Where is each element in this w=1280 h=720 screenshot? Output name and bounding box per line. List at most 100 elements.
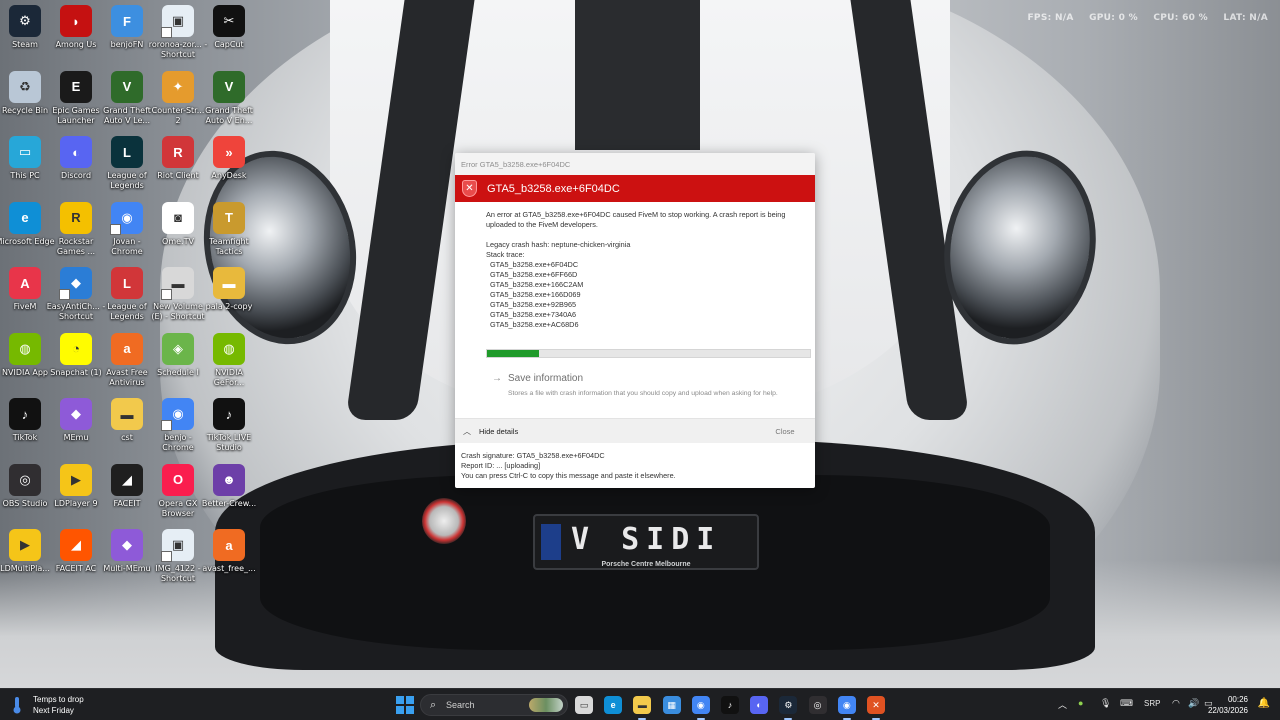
task-view-icon[interactable]: ▭ [575,696,593,714]
fivem-error-icon[interactable]: ✕ [867,696,885,714]
thermometer-icon [13,697,21,714]
desktop-icon[interactable]: ☻ Better-Crew... [199,463,259,509]
search-highlight-image [529,698,563,712]
folder-icon: ▬ [111,398,143,430]
error-shield-icon: ✕ [462,180,477,197]
dialog-body: An error at GTA5_b3258.exe+6F04DC caused… [455,202,815,330]
dialog-titlebar[interactable]: Error GTA5_b3258.exe+6F04DC [455,153,815,175]
nvidia-tray-icon[interactable]: ● [1078,698,1083,708]
search-placeholder: Search [446,700,475,710]
start-button[interactable] [396,696,414,714]
avast-icon: a [111,332,143,365]
tiktok-icon[interactable]: ♪ [721,696,739,714]
memu-icon: ◆ [60,398,92,430]
chevron-up-icon[interactable]: ︿ [1058,698,1067,711]
steam-icon[interactable]: ⚙ [779,696,798,714]
arrow-right-icon: → [492,373,502,384]
avast-icon: a [213,529,245,561]
chrome-profile-icon[interactable]: ◉ [837,696,856,714]
volume-icon[interactable]: 🔊 [1188,698,1199,709]
edge-icon: e [9,201,41,234]
tiktok-icon: ♪ [9,398,41,430]
license-plate: V SIDI Porsche Centre Melbourne [533,514,759,570]
riot-client-icon: R [162,136,194,168]
stack-frame: GTA5_b3258.exe+6FF66D [490,270,578,279]
desktop-icon[interactable]: » AnyDesk [199,136,259,181]
stack-trace-label: Stack trace: [486,250,525,259]
chevron-up-icon[interactable]: ︿ [463,426,471,437]
edge-icon[interactable]: e [604,696,623,714]
stack-frame: GTA5_b3258.exe+AC68D6 [490,320,579,329]
nvidia-icon: ◍ [213,332,245,365]
counter-strike-icon: ✦ [162,70,194,103]
epic-games-icon: E [60,70,92,103]
close-button[interactable]: Close [765,424,805,439]
fivem-crash-dialog: Error GTA5_b3258.exe+6F04DC ✕ GTA5_b3258… [455,153,815,488]
weather-subtitle: Next Friday [33,706,74,715]
better-crewlink-icon: ☻ [213,463,245,496]
desktop-icon-label: Grand Theft Auto V En... [205,105,253,125]
file-icon: F [111,5,143,37]
save-information-title[interactable]: Save information [508,373,583,384]
stack-trace: GTA5_b3258.exe+6F04DC GTA5_b3258.exe+6FF… [486,260,815,330]
keyboard-icon[interactable]: ⌨ [1120,698,1133,709]
taskbar: Temps to drop Next Friday ⌕ Search ▭ e ▬ ▦ ◉… [0,688,1280,720]
hide-details-toggle[interactable]: Hide details [479,427,518,436]
rockstar-icon: R [60,201,92,234]
copy-hint: You can press Ctrl-C to copy this messag… [461,471,676,480]
dialog-header-title: GTA5_b3258.exe+6F04DC [487,182,620,195]
crash-details: Crash signature: GTA5_b3258.exe+6F04DC R… [461,451,676,481]
league-of-legends-icon: L [111,267,143,299]
image-file-icon: ▣ [161,5,194,38]
fivem-icon: A [9,267,41,299]
wallpaper-tow-hook [422,498,466,544]
chrome-icon: ◉ [110,201,143,235]
folder-icon: ▬ [213,267,245,299]
weather-widget[interactable]: Temps to drop Next Friday [10,694,84,716]
desktop-icon[interactable]: ▬ pala 2-copy [199,267,259,312]
plate-number: V SIDI [571,522,722,557]
desktop-icon[interactable]: a avast_free_... [199,529,259,574]
image-file-icon: ▣ [161,529,194,562]
plate-state-badge [541,524,561,560]
microphone-icon[interactable]: 🎙 [1100,698,1111,709]
chrome-icon[interactable]: ◉ [691,696,710,714]
language-indicator[interactable]: SRP [1144,699,1160,708]
stack-frame: GTA5_b3258.exe+166C2AM [490,280,584,289]
multi-memu-icon: ◆ [111,529,143,561]
dialog-header: ✕ GTA5_b3258.exe+6F04DC [455,175,815,202]
desktop-icon-label: avast_free_... [202,564,256,573]
wifi-icon[interactable]: ◠ [1172,698,1180,709]
league-of-legends-icon: L [111,136,143,168]
taskbar-search[interactable]: ⌕ Search [420,694,568,716]
stack-frame: GTA5_b3258.exe+6F04DC [490,260,579,269]
upload-progress-bar [486,349,811,358]
chrome-icon: ◉ [161,398,194,431]
desktop-icon[interactable]: ◍ NVIDIA GeFor... [199,332,259,388]
desktop-icon[interactable]: V Grand Theft Auto V En... [199,70,259,126]
snapchat-icon: ◔ [60,332,92,365]
crash-signature: Crash signature: GTA5_b3258.exe+6F04DC [461,451,605,460]
notification-bell-icon[interactable]: 🔔 [1258,698,1270,709]
obs-icon[interactable]: ◎ [808,696,827,714]
desktop-icon[interactable]: T Teamfight Tactics [199,201,259,257]
faceit-icon: ◢ [111,463,143,496]
microsoft-store-icon[interactable]: ▦ [662,696,681,714]
cpu-readout: CPU: 60 % [1153,13,1208,23]
nvidia-icon: ◍ [9,332,41,365]
file-explorer-icon[interactable]: ▬ [633,696,652,714]
capcut-icon: ✂ [213,5,245,37]
obs-icon: ◎ [9,463,41,496]
system-clock[interactable]: 00:26 22/03/2026 [1208,694,1248,716]
stack-frame: GTA5_b3258.exe+92B965 [490,300,577,309]
faceit-ac-icon: ◢ [60,529,92,561]
desktop-icon[interactable]: ♪ TikTok LIVE Studio [199,398,259,453]
plate-dealer: Porsche Centre Melbourne [601,561,691,568]
opera-gx-icon: O [162,463,194,496]
desktop-icon-label: CapCut [214,40,244,49]
discord-icon[interactable]: ◐ [750,696,769,714]
monitor-icon: ▭ [9,136,41,168]
latency-readout: LAT: N/A [1223,13,1268,23]
tiktok-live-icon: ♪ [213,398,245,430]
desktop-icon[interactable]: ✂ CapCut [199,5,259,50]
